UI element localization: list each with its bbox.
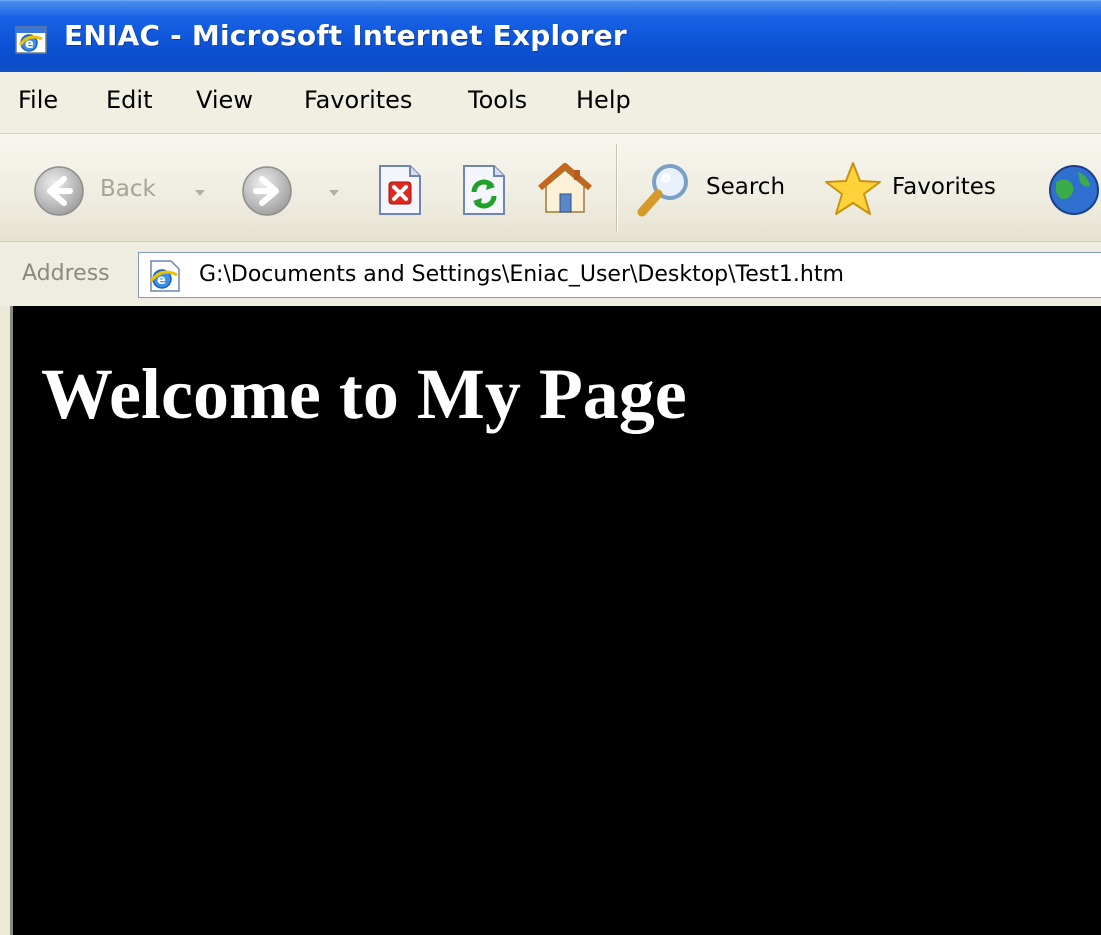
address-label: Address xyxy=(22,261,110,286)
address-value: G:\Documents and Settings\Eniac_User\Des… xyxy=(199,262,844,287)
svg-text:e: e xyxy=(157,273,166,288)
favorites-label: Favorites xyxy=(892,174,996,200)
title-bar[interactable]: e ENIAC - Microsoft Internet Explorer xyxy=(0,0,1101,72)
menu-help[interactable]: Help xyxy=(576,86,631,114)
forward-arrow-icon xyxy=(242,166,292,216)
home-button[interactable] xyxy=(530,154,600,220)
star-icon xyxy=(825,162,881,215)
home-icon xyxy=(538,163,592,213)
menu-bar: File Edit View Favorites Tools Help xyxy=(0,72,1101,134)
menu-file[interactable]: File xyxy=(18,86,58,114)
forward-button[interactable] xyxy=(236,156,354,220)
back-button[interactable]: Back xyxy=(24,156,214,220)
menu-tools[interactable]: Tools xyxy=(468,86,527,114)
ie-page-icon: e xyxy=(149,260,180,292)
globe-icon xyxy=(1049,165,1099,215)
menu-favorites[interactable]: Favorites xyxy=(304,86,412,114)
refresh-button[interactable] xyxy=(452,156,516,220)
page-content: Welcome to My Page xyxy=(10,306,1101,935)
search-button[interactable]: Search xyxy=(628,154,808,220)
ie-window-icon[interactable]: e xyxy=(14,23,52,57)
address-input[interactable]: e G:\Documents and Settings\Eniac_User\D… xyxy=(138,252,1101,298)
browser-window: e ENIAC - Microsoft Internet Explorer Fi… xyxy=(0,0,1101,935)
back-dropdown-icon[interactable] xyxy=(194,188,206,198)
forward-dropdown-icon[interactable] xyxy=(328,188,340,198)
svg-text:e: e xyxy=(25,37,34,52)
page-heading: Welcome to My Page xyxy=(41,354,687,434)
toolbar-separator xyxy=(616,144,618,232)
menu-edit[interactable]: Edit xyxy=(106,86,152,114)
menu-view[interactable]: View xyxy=(196,86,253,114)
standard-toolbar: Back Search Favorites xyxy=(0,134,1101,242)
search-icon xyxy=(637,164,688,217)
favorites-button[interactable]: Favorites xyxy=(818,154,1028,220)
stop-button[interactable] xyxy=(368,156,432,220)
stop-icon xyxy=(379,165,421,215)
address-bar: Address e G:\Documents and Settings\Enia… xyxy=(0,242,1101,306)
search-label: Search xyxy=(706,174,786,200)
back-arrow-icon xyxy=(34,166,84,216)
window-title: ENIAC - Microsoft Internet Explorer xyxy=(64,19,627,52)
back-label: Back xyxy=(100,176,156,202)
media-button[interactable] xyxy=(1042,156,1101,220)
refresh-icon xyxy=(463,165,505,215)
